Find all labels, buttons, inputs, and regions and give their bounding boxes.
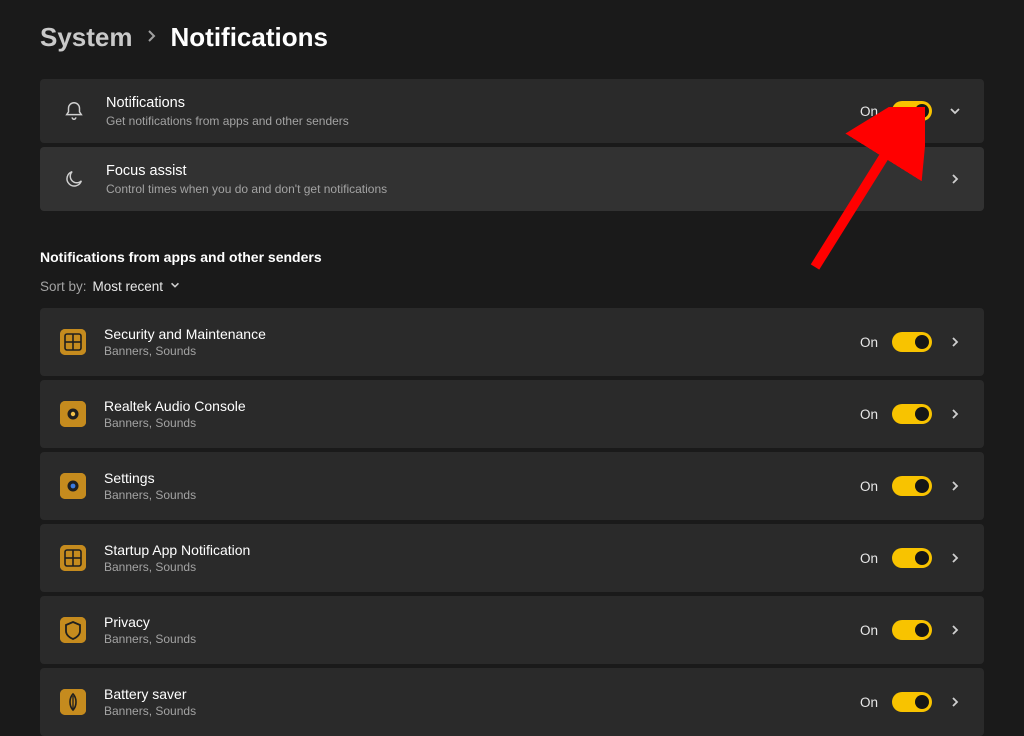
app-name: Realtek Audio Console: [104, 398, 860, 414]
app-subtitle: Banners, Sounds: [104, 416, 860, 430]
app-icon: [60, 617, 86, 643]
notification-row-text: Notifications Get notifications from app…: [106, 94, 860, 129]
bell-icon: [60, 97, 88, 125]
sort-by-dropdown[interactable]: Sort by: Most recent: [40, 279, 984, 294]
app-name: Settings: [104, 470, 860, 486]
toggle-label: On: [860, 695, 878, 710]
chevron-right-icon[interactable]: [946, 549, 964, 567]
sort-label: Sort by:: [40, 279, 87, 294]
notifications-master-row[interactable]: Notifications Get notifications from app…: [40, 79, 984, 143]
toggle-label: On: [860, 335, 878, 350]
app-toggle[interactable]: [892, 692, 932, 712]
notifications-master-toggle[interactable]: [892, 101, 932, 121]
focus-assist-row[interactable]: Focus assist Control times when you do a…: [40, 147, 984, 211]
row-title: Focus assist: [106, 162, 946, 181]
app-toggle[interactable]: [892, 548, 932, 568]
app-name: Battery saver: [104, 686, 860, 702]
app-subtitle: Banners, Sounds: [104, 344, 860, 358]
app-name: Security and Maintenance: [104, 326, 860, 342]
app-subtitle: Banners, Sounds: [104, 632, 860, 646]
app-row-text: Privacy Banners, Sounds: [104, 614, 860, 646]
app-subtitle: Banners, Sounds: [104, 560, 860, 574]
app-row-text: Startup App Notification Banners, Sounds: [104, 542, 860, 574]
app-icon: [60, 329, 86, 355]
chevron-right-icon[interactable]: [946, 693, 964, 711]
sort-value: Most recent: [93, 279, 164, 294]
app-notification-row[interactable]: Battery saver Banners, Sounds On: [40, 668, 984, 736]
section-heading: Notifications from apps and other sender…: [40, 249, 984, 265]
app-icon: [60, 545, 86, 571]
chevron-down-icon: [169, 279, 181, 294]
toggle-label: On: [860, 551, 878, 566]
app-notification-row[interactable]: Startup App Notification Banners, Sounds…: [40, 524, 984, 592]
row-subtitle: Get notifications from apps and other se…: [106, 114, 860, 128]
app-notification-row[interactable]: Realtek Audio Console Banners, Sounds On: [40, 380, 984, 448]
app-toggle[interactable]: [892, 404, 932, 424]
app-notification-row[interactable]: Security and Maintenance Banners, Sounds…: [40, 308, 984, 376]
app-row-text: Security and Maintenance Banners, Sounds: [104, 326, 860, 358]
app-toggle[interactable]: [892, 332, 932, 352]
app-toggle[interactable]: [892, 476, 932, 496]
app-notification-row[interactable]: Settings Banners, Sounds On: [40, 452, 984, 520]
app-toggle[interactable]: [892, 620, 932, 640]
app-name: Startup App Notification: [104, 542, 860, 558]
app-icon: [60, 401, 86, 427]
toggle-label: On: [860, 407, 878, 422]
app-row-text: Battery saver Banners, Sounds: [104, 686, 860, 718]
row-subtitle: Control times when you do and don't get …: [106, 182, 946, 196]
app-name: Privacy: [104, 614, 860, 630]
app-icon: [60, 473, 86, 499]
chevron-right-icon[interactable]: [946, 477, 964, 495]
focus-row-text: Focus assist Control times when you do a…: [106, 162, 946, 197]
moon-icon: [60, 165, 88, 193]
chevron-right-icon[interactable]: [946, 333, 964, 351]
app-notification-row[interactable]: Privacy Banners, Sounds On: [40, 596, 984, 664]
app-row-text: Settings Banners, Sounds: [104, 470, 860, 502]
chevron-right-icon[interactable]: [946, 621, 964, 639]
page-title: Notifications: [171, 22, 328, 53]
breadcrumb: System Notifications: [40, 22, 984, 53]
app-row-text: Realtek Audio Console Banners, Sounds: [104, 398, 860, 430]
app-subtitle: Banners, Sounds: [104, 488, 860, 502]
chevron-right-icon[interactable]: [946, 170, 964, 188]
app-subtitle: Banners, Sounds: [104, 704, 860, 718]
chevron-right-icon[interactable]: [946, 405, 964, 423]
breadcrumb-parent[interactable]: System: [40, 22, 133, 53]
toggle-label: On: [860, 479, 878, 494]
row-title: Notifications: [106, 94, 860, 113]
chevron-right-icon: [147, 27, 157, 48]
app-icon: [60, 689, 86, 715]
toggle-label: On: [860, 623, 878, 638]
toggle-label: On: [860, 104, 878, 119]
expand-chevron-icon[interactable]: [946, 102, 964, 120]
